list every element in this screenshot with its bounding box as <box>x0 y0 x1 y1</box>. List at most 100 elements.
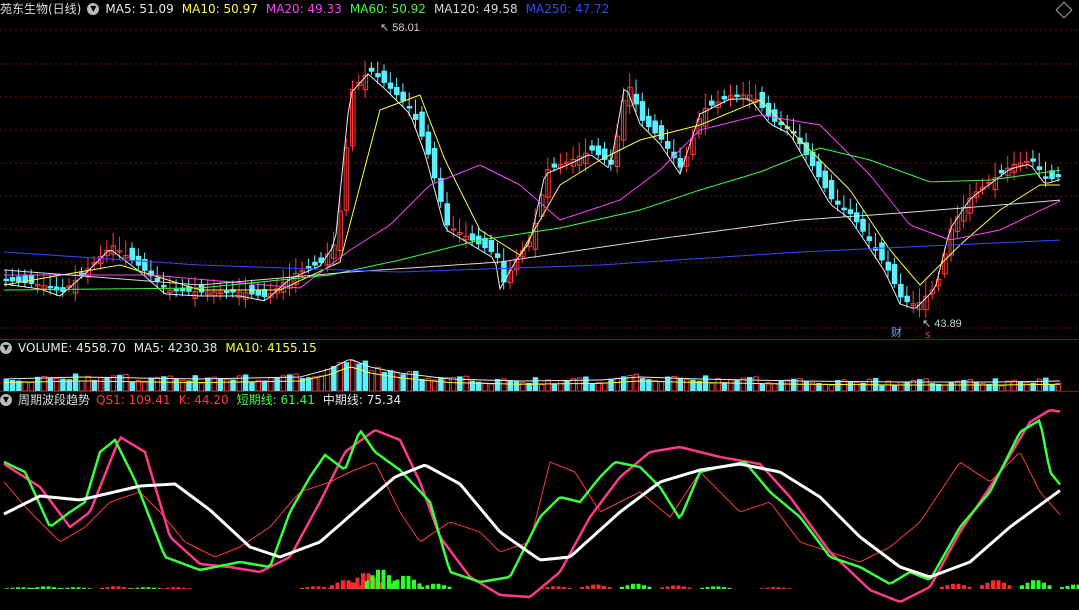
candlestick <box>665 141 671 149</box>
candlestick <box>255 289 261 296</box>
histogram-bar <box>1036 580 1041 589</box>
histogram-bar <box>76 587 81 589</box>
histogram-bar <box>350 582 354 589</box>
histogram-bar <box>951 583 955 589</box>
histogram-bar <box>395 579 400 589</box>
candlestick <box>16 276 22 283</box>
candlestick <box>261 289 268 297</box>
volume-bar <box>79 380 85 392</box>
wave-indicator-chart[interactable] <box>0 392 1079 610</box>
volume-bar <box>564 380 570 392</box>
histogram-bar <box>631 583 635 589</box>
candlestick-chart[interactable]: ↖ 58.01↖ 43.89财 s <box>0 0 1079 340</box>
volume-bar <box>242 374 249 392</box>
volume-bar <box>85 375 91 392</box>
histogram-bar <box>962 585 966 589</box>
candlestick <box>469 233 476 241</box>
volume-bar <box>677 377 684 392</box>
histogram-bar <box>647 586 652 589</box>
volume-bar <box>41 375 47 392</box>
candlestick <box>595 145 602 156</box>
candlestick <box>47 285 54 289</box>
indicator-label: VOLUME: 4558.70 <box>18 341 126 355</box>
histogram-bar <box>591 584 595 589</box>
volume-bar <box>22 381 28 392</box>
indicator-label: K: 44.20 <box>178 393 229 407</box>
histogram-bar <box>540 587 544 589</box>
histogram-bar <box>335 582 340 589</box>
histogram-bar <box>760 588 764 589</box>
candlestick <box>425 131 432 155</box>
histogram-bar <box>322 587 326 589</box>
histogram-bar <box>956 583 961 589</box>
histogram-bar <box>580 587 584 589</box>
histogram-bar <box>21 587 26 589</box>
candlestick <box>381 70 387 83</box>
high-price-label: ↖ 58.01 <box>380 22 420 34</box>
volume-bar <box>759 383 765 392</box>
candlestick <box>9 277 16 282</box>
histogram-bar <box>991 580 995 589</box>
candlestick <box>400 91 406 102</box>
ma10-line <box>3 94 1060 291</box>
ma-indicators: MA5: 51.09 MA10: 50.97 MA20: 49.33 MA60: 50… <box>105 0 617 18</box>
volume-bar <box>312 376 318 392</box>
volume-indicators: VOLUME: 4558.70 MA5: 4230.38 MA10: 4155.15 <box>18 339 325 357</box>
volume-bar <box>104 377 110 392</box>
candlestick <box>394 87 400 96</box>
histogram-bar <box>52 587 56 589</box>
histogram-bar <box>996 580 1001 589</box>
chevron-down-icon[interactable]: ▼ <box>87 3 100 15</box>
volume-bar <box>734 379 740 392</box>
candlestick <box>652 120 658 134</box>
histogram-bar <box>700 587 704 589</box>
volume-bar <box>797 378 803 392</box>
candlestick <box>816 161 822 178</box>
histogram-bar <box>171 587 175 589</box>
histogram-bar <box>1031 580 1035 589</box>
histogram-bar <box>940 586 944 589</box>
volume-bar <box>728 379 734 392</box>
candlestick <box>759 91 765 109</box>
candlestick <box>734 94 740 97</box>
volume-bar <box>35 376 41 392</box>
indicator-label: MA120: 49.58 <box>433 2 518 16</box>
volume-bar <box>709 382 715 392</box>
histogram-bar <box>545 587 550 589</box>
volume-bar <box>954 380 961 392</box>
histogram-bar <box>105 587 110 589</box>
indicator-label: MA5: 4230.38 <box>133 341 218 355</box>
histogram-bar <box>165 587 170 589</box>
histogram-bar <box>376 569 380 589</box>
histogram-bar <box>122 587 126 589</box>
histogram-bar <box>682 586 686 589</box>
volume-bar <box>507 380 513 392</box>
candlestick <box>488 239 495 252</box>
candlestick <box>413 113 419 120</box>
candlestick <box>904 295 910 303</box>
volume-bar <box>53 377 60 392</box>
volume-bar <box>98 376 104 392</box>
indicator-label: MA250: 47.72 <box>525 2 610 16</box>
volume-bar <box>224 378 230 392</box>
volume-bar <box>702 375 709 392</box>
candlestick <box>28 274 35 284</box>
histogram-bar <box>787 588 792 589</box>
volume-bar <box>205 377 211 392</box>
chevron-down-icon[interactable]: ▼ <box>0 394 12 406</box>
histogram-bar <box>1020 585 1024 589</box>
volume-bar <box>28 381 35 392</box>
candlestick <box>633 93 639 105</box>
histogram-bar <box>665 586 670 589</box>
histogram-bar <box>660 587 664 589</box>
histogram-bar <box>30 587 34 589</box>
volume-bar <box>394 372 400 392</box>
volume-bar <box>885 380 891 392</box>
ma120-line <box>3 199 1061 286</box>
histogram-bar <box>1002 582 1006 589</box>
candlestick <box>998 169 1005 174</box>
volume-bar <box>142 380 148 392</box>
chevron-down-icon[interactable]: ▼ <box>0 342 12 354</box>
ma60-line <box>3 147 1061 291</box>
volume-bar <box>129 381 135 392</box>
